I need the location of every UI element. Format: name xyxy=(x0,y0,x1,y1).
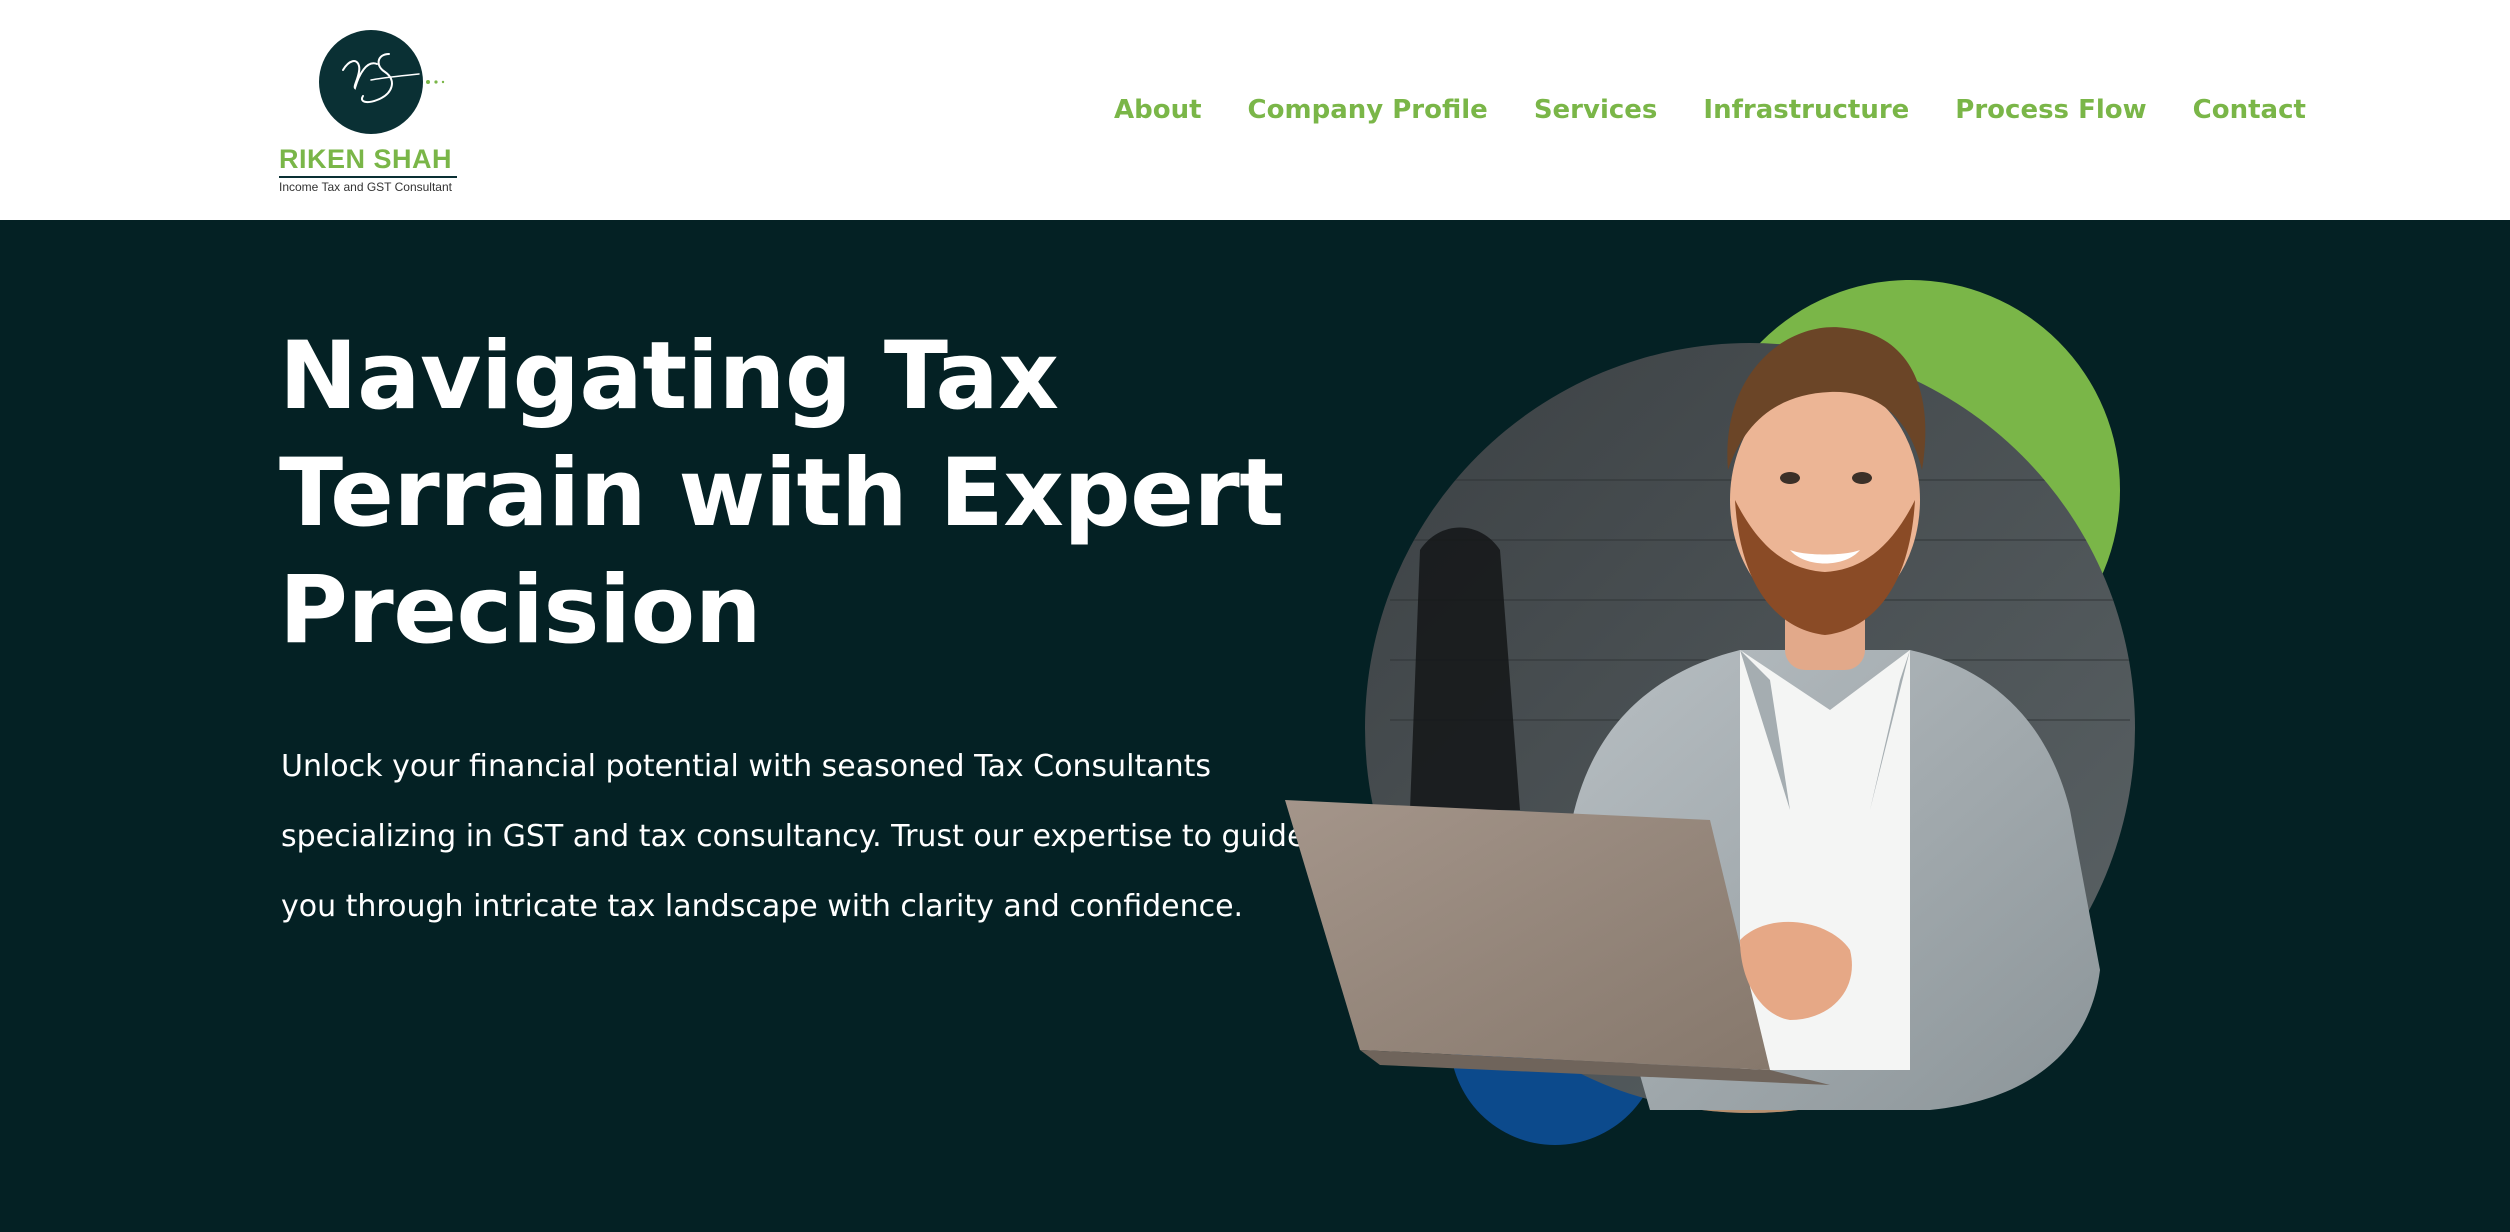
hero-description-line: you through intricate tax landscape with… xyxy=(281,889,1244,924)
hero-description-line: specializing in GST and tax consultancy.… xyxy=(281,819,1306,854)
hero-title-line: Navigating Tax xyxy=(279,322,1059,431)
hero-title-line: Terrain with Expert xyxy=(279,439,1284,548)
nav-item-contact[interactable]: Contact xyxy=(2193,90,2306,130)
nav-item-company-profile[interactable]: Company Profile xyxy=(1248,90,1488,130)
brand-tagline: Income Tax and GST Consultant xyxy=(279,180,452,194)
brand-name: RIKEN SHAH xyxy=(279,144,453,174)
hero-section: Navigating Tax Terrain with Expert Preci… xyxy=(0,220,2510,1232)
hero-description-line: Unlock your financial potential with sea… xyxy=(281,749,1211,784)
logo-dots-icon xyxy=(425,72,451,84)
nav-item-infrastructure[interactable]: Infrastructure xyxy=(1703,90,1909,130)
hero-image xyxy=(1270,250,2170,1150)
hero-title: Navigating Tax Terrain with Expert Preci… xyxy=(279,318,1284,669)
brand-logo[interactable]: RIKEN SHAH Income Tax and GST Consultant xyxy=(279,30,463,194)
nav-item-about[interactable]: About xyxy=(1114,90,1202,130)
hero-title-line: Precision xyxy=(279,556,762,665)
logo-monogram-icon xyxy=(319,30,423,134)
hero-description: Unlock your financial potential with sea… xyxy=(281,732,1306,942)
site-header: RIKEN SHAH Income Tax and GST Consultant… xyxy=(0,0,2510,220)
brand-divider xyxy=(279,176,457,178)
main-nav: About Company Profile Services Infrastru… xyxy=(1114,90,2306,130)
nav-item-process-flow[interactable]: Process Flow xyxy=(1955,90,2146,130)
nav-item-services[interactable]: Services xyxy=(1534,90,1658,130)
